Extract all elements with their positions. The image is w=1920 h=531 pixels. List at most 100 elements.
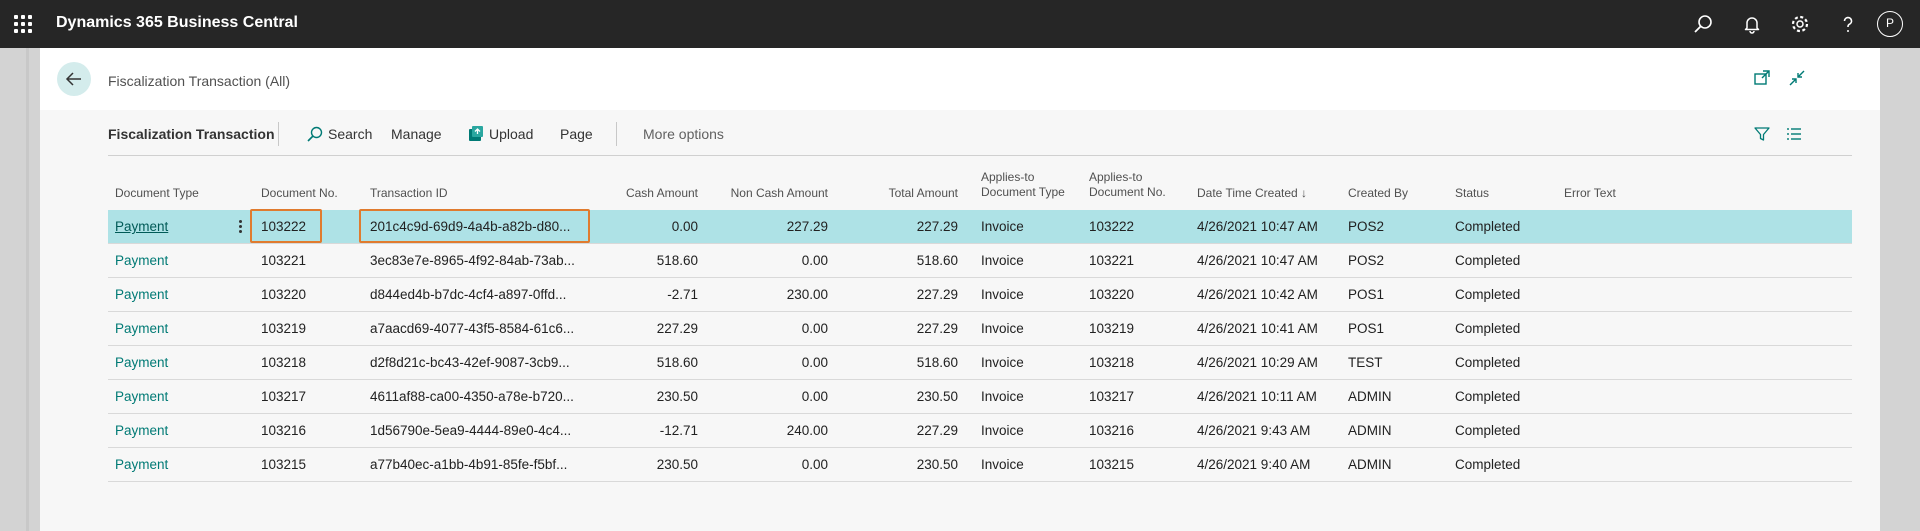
status-cell: Completed	[1455, 287, 1521, 302]
column-header-total-amount[interactable]: Total Amount	[858, 186, 958, 201]
column-header-document-type[interactable]: Document Type	[115, 186, 199, 201]
action-bar-title[interactable]: Fiscalization Transaction	[108, 126, 275, 142]
status-cell: Completed	[1455, 219, 1521, 234]
document-no-cell: 103219	[261, 321, 307, 336]
table-row[interactable]: Payment 103219 a7aacd69-4077-43f5-8584-61c…	[108, 312, 1852, 346]
action-bar: Fiscalization Transaction Search Manage …	[108, 110, 1852, 156]
document-no-cell: 103216	[261, 423, 307, 438]
total-amount-cell: 518.60	[916, 355, 958, 370]
applies-to-doc-no-cell: 103217	[1089, 389, 1135, 404]
upload-icon	[469, 126, 483, 141]
status-cell: Completed	[1455, 355, 1521, 370]
column-header-applies-to-doc-type[interactable]: Applies-to Document Type	[981, 170, 1065, 200]
column-header-non-cash-amount[interactable]: Non Cash Amount	[708, 186, 828, 201]
cash-amount-cell: -12.71	[659, 423, 698, 438]
app-launcher-icon[interactable]	[14, 15, 32, 33]
document-no-cell: 103218	[261, 355, 307, 370]
table-row[interactable]: Payment 103215 a77b40ec-a1bb-4b91-85fe-f5b…	[108, 448, 1852, 482]
applies-to-doc-type-cell: Invoice	[981, 219, 1024, 234]
document-type-cell[interactable]: Payment	[115, 355, 235, 370]
table-row[interactable]: Payment 103217 4611af88-ca00-4350-a78e-b72…	[108, 380, 1852, 414]
column-header-created-by[interactable]: Created By	[1348, 186, 1408, 201]
search-icon[interactable]	[1691, 12, 1715, 36]
action-separator	[616, 122, 617, 146]
back-button[interactable]	[57, 62, 91, 96]
settings-gear-icon[interactable]	[1788, 12, 1812, 36]
column-header-date-time-created[interactable]: Date Time Created ↓	[1197, 186, 1307, 201]
transaction-id-cell: 1d56790e-5ea9-4444-89e0-4c4...	[370, 423, 572, 438]
collapse-icon[interactable]	[1787, 68, 1807, 88]
date-time-created-cell: 4/26/2021 10:11 AM	[1197, 389, 1317, 404]
table-row[interactable]: Payment 103222 201c4c9d-69d9-4a4b-a82b-d80…	[108, 209, 1852, 244]
column-header-applies-to-doc-type-line1: Applies-to	[981, 170, 1035, 184]
created-by-cell: ADMIN	[1348, 389, 1392, 404]
date-time-created-cell: 4/26/2021 9:40 AM	[1197, 457, 1311, 472]
search-action-icon	[307, 126, 323, 142]
column-header-transaction-id[interactable]: Transaction ID	[370, 186, 448, 201]
user-avatar[interactable]: P	[1877, 11, 1903, 37]
non-cash-amount-cell: 0.00	[801, 457, 828, 472]
document-type-cell[interactable]: Payment	[115, 321, 235, 336]
cash-amount-cell: 230.50	[656, 457, 698, 472]
manage-menu-button[interactable]: Manage	[391, 122, 442, 146]
app-title[interactable]: Dynamics 365 Business Central	[56, 14, 298, 32]
table-row[interactable]: Payment 103218 d2f8d21c-bc43-42ef-9087-3cb…	[108, 346, 1852, 380]
document-no-cell: 103215	[261, 457, 307, 472]
upload-button[interactable]: Upload	[467, 122, 533, 146]
date-time-created-cell: 4/26/2021 10:29 AM	[1197, 355, 1318, 370]
applies-to-doc-type-cell: Invoice	[981, 389, 1024, 404]
total-amount-cell: 230.50	[916, 457, 958, 472]
created-by-cell: POS2	[1348, 253, 1385, 268]
created-by-cell: POS1	[1348, 321, 1385, 336]
table-row[interactable]: Payment 103216 1d56790e-5ea9-4444-89e0-4c4…	[108, 414, 1852, 448]
non-cash-amount-cell: 0.00	[801, 389, 828, 404]
column-header-error-text[interactable]: Error Text	[1564, 186, 1616, 201]
non-cash-amount-cell: 240.00	[786, 423, 828, 438]
column-header-applies-to-doc-no[interactable]: Applies-to Document No.	[1089, 170, 1166, 200]
document-no-cell: 103220	[261, 287, 307, 302]
document-type-cell[interactable]: Payment	[115, 287, 235, 302]
applies-to-doc-type-cell: Invoice	[981, 457, 1024, 472]
date-time-created-cell: 4/26/2021 9:43 AM	[1197, 423, 1311, 438]
column-header-cash-amount[interactable]: Cash Amount	[598, 186, 698, 201]
filter-icon[interactable]	[1752, 124, 1772, 144]
status-cell: Completed	[1455, 389, 1521, 404]
column-header-status[interactable]: Status	[1455, 186, 1489, 201]
applies-to-doc-no-cell: 103220	[1089, 287, 1135, 302]
more-options-button[interactable]: More options	[643, 122, 724, 146]
open-new-window-icon[interactable]	[1752, 68, 1772, 88]
cash-amount-cell: 0.00	[671, 219, 698, 234]
search-action-button[interactable]: Search	[306, 122, 372, 146]
document-type-cell[interactable]: Payment	[115, 219, 235, 234]
total-amount-cell: 227.29	[916, 423, 958, 438]
status-cell: Completed	[1455, 253, 1521, 268]
document-type-cell[interactable]: Payment	[115, 423, 235, 438]
created-by-cell: ADMIN	[1348, 423, 1392, 438]
table-row[interactable]: Payment 103221 3ec83e7e-8965-4f92-84ab-73a…	[108, 244, 1852, 278]
transaction-id-cell: 3ec83e7e-8965-4f92-84ab-73ab...	[370, 253, 575, 268]
list-view-icon[interactable]	[1784, 124, 1804, 144]
total-amount-cell: 227.29	[916, 219, 958, 234]
document-type-cell[interactable]: Payment	[115, 389, 235, 404]
total-amount-cell: 518.60	[916, 253, 958, 268]
transaction-id-cell: a7aacd69-4077-43f5-8584-61c6...	[370, 321, 575, 336]
page-label: Page	[560, 126, 593, 142]
row-actions-menu-icon[interactable]	[236, 218, 244, 236]
help-question-icon[interactable]	[1836, 12, 1860, 36]
page-menu-button[interactable]: Page	[560, 122, 593, 146]
upload-label: Upload	[489, 126, 534, 142]
cash-amount-cell: 518.60	[656, 355, 698, 370]
applies-to-doc-no-cell: 103215	[1089, 457, 1135, 472]
non-cash-amount-cell: 0.00	[801, 355, 828, 370]
column-header-document-no[interactable]: Document No.	[261, 186, 338, 201]
document-type-cell[interactable]: Payment	[115, 457, 235, 472]
created-by-cell: TEST	[1348, 355, 1383, 370]
applies-to-doc-no-cell: 103219	[1089, 321, 1135, 336]
table-row[interactable]: Payment 103220 d844ed4b-b7dc-4cf4-a897-0ff…	[108, 278, 1852, 312]
document-type-cell[interactable]: Payment	[115, 253, 235, 268]
document-no-cell: 103222	[261, 219, 307, 234]
search-action-label: Search	[328, 126, 373, 142]
notifications-bell-icon[interactable]	[1740, 12, 1764, 36]
column-header-applies-to-doc-no-line2: Document No.	[1089, 185, 1166, 199]
date-time-created-cell: 4/26/2021 10:47 AM	[1197, 253, 1318, 268]
